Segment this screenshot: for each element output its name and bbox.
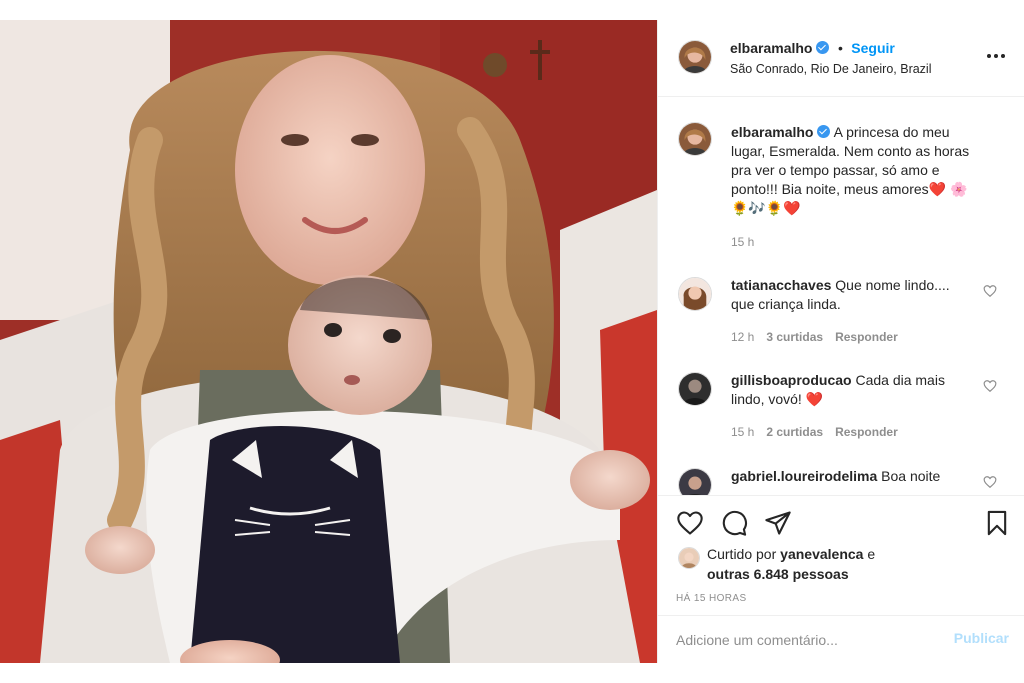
caption-line-3: pra ver o tempo passar, só amo e [731, 162, 940, 178]
comment-text-line-2: lindo, vovó! ❤️ [731, 391, 824, 407]
liker-avatar-image [679, 548, 699, 568]
caption-line-5: 🌻🎶🌻❤️ [731, 200, 801, 216]
comment-input[interactable] [676, 628, 936, 652]
like-heart-icon[interactable] [676, 509, 704, 537]
reply-button[interactable]: Responder [835, 425, 898, 439]
caption-avatar[interactable] [678, 122, 712, 156]
liked-by-username[interactable]: yanevalenca [780, 546, 863, 562]
verified-badge-icon [816, 41, 830, 54]
author-avatar[interactable] [678, 40, 712, 74]
caption-text-1: A princesa do meu [833, 124, 950, 140]
post-side-panel: elbaramalho • Seguir São Conrado, Rio De… [657, 20, 1024, 663]
liker-avatar[interactable] [678, 547, 700, 569]
comment-text-line-2: que criança linda. [731, 296, 841, 312]
caption-line-1: elbaramalho A princesa do meu [731, 123, 1001, 142]
comment-likes[interactable]: 2 curtidas [766, 425, 823, 439]
separator-dot: • [837, 40, 843, 56]
post-photo[interactable] [0, 20, 657, 663]
post-location[interactable]: São Conrado, Rio De Janeiro, Brazil [730, 62, 932, 76]
comment-text: Que nome lindo.... [835, 277, 950, 293]
header-title-row: elbaramalho • Seguir [730, 40, 895, 58]
caption: elbaramalho A princesa do meu lugar, Esm… [731, 123, 1001, 218]
comment-avatar-image [679, 278, 711, 310]
save-bookmark-icon[interactable] [983, 509, 1011, 537]
likes-conjunction: e [867, 546, 876, 562]
comment-time[interactable]: 15 h [731, 425, 754, 439]
comment-1-meta: 12 h 3 curtidas Responder [731, 330, 898, 344]
caption-username[interactable]: elbaramalho [731, 124, 813, 140]
likes-count[interactable]: outras 6.848 pessoas [707, 566, 849, 582]
post-actions: Curtido por yanevalenca e outras 6.848 p… [658, 495, 1024, 614]
caption-line-2: lugar, Esmeralda. Nem conto as horas [731, 143, 970, 159]
comment-text: Boa noite [881, 468, 941, 484]
comment-likes[interactable]: 3 curtidas [766, 330, 823, 344]
share-icon[interactable] [764, 509, 792, 537]
caption-time[interactable]: 15 h [731, 235, 754, 249]
likes-line-1: Curtido por yanevalenca e [707, 546, 875, 562]
follow-button[interactable]: Seguir [851, 40, 895, 56]
comment-like-heart-icon[interactable] [983, 284, 997, 298]
verified-badge-icon [817, 125, 831, 138]
reply-button[interactable]: Responder [835, 330, 898, 344]
publish-button[interactable]: Publicar [954, 630, 1009, 646]
more-options-icon[interactable] [985, 46, 1007, 66]
comments-list[interactable]: elbaramalho A princesa do meu lugar, Esm… [658, 98, 1024, 510]
caption-line-4: ponto!!! Bia noite, meus amores❤️ 🌸 [731, 181, 968, 197]
comment-3: gabriel.loureirodelima Boa noite [731, 467, 991, 486]
posted-ago[interactable]: HÁ 15 HORAS [676, 593, 747, 604]
comment-2: gillisboaproducao Cada dia mais lindo, v… [731, 371, 971, 409]
author-avatar-image [679, 41, 711, 73]
author-username[interactable]: elbaramalho [730, 40, 812, 56]
add-comment-bar: Publicar [658, 615, 1024, 663]
comment-avatar[interactable] [678, 372, 712, 406]
comment-avatar-image [679, 373, 711, 405]
comment-username[interactable]: gabriel.loureirodelima [731, 468, 877, 484]
post-image [0, 20, 657, 663]
post-header: elbaramalho • Seguir São Conrado, Rio De… [658, 20, 1024, 97]
comment-time[interactable]: 12 h [731, 330, 754, 344]
comment-avatar[interactable] [678, 277, 712, 311]
caption-avatar-image [679, 123, 711, 155]
comment-like-heart-icon[interactable] [983, 379, 997, 393]
comment-2-meta: 15 h 2 curtidas Responder [731, 425, 898, 439]
comment-username[interactable]: gillisboaproducao [731, 372, 852, 388]
comment-icon[interactable] [720, 509, 748, 537]
likes-prefix: Curtido por [707, 546, 777, 562]
comment-text: Cada dia mais [855, 372, 945, 388]
comment-like-heart-icon[interactable] [983, 475, 997, 489]
comment-username[interactable]: tatianacchaves [731, 277, 831, 293]
comment-1: tatianacchaves Que nome lindo.... que cr… [731, 276, 971, 314]
